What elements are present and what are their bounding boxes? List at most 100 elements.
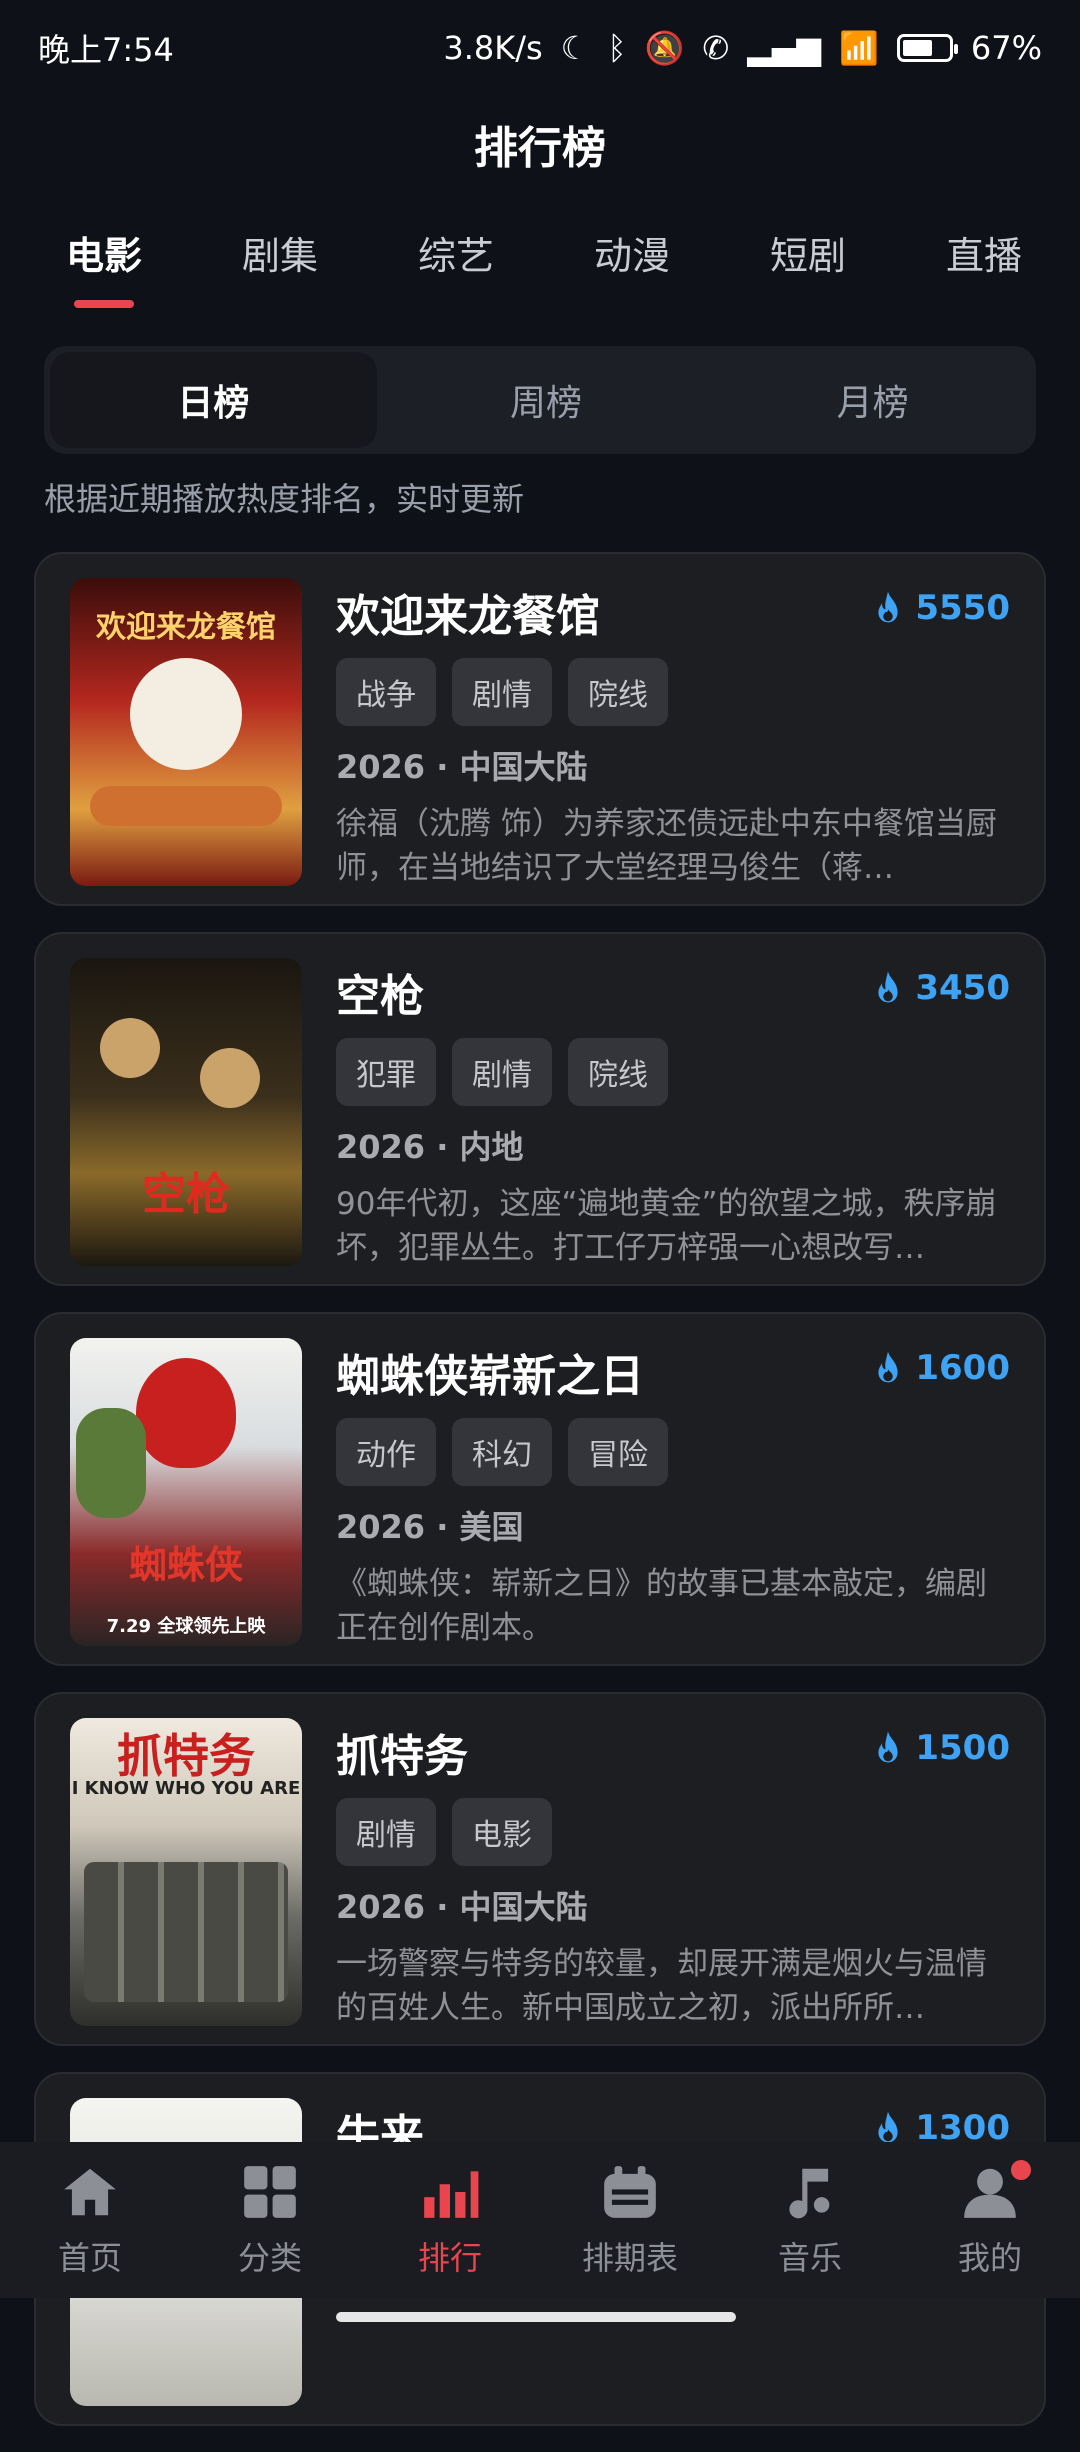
home-indicator[interactable]: [336, 2312, 736, 2322]
genre-tags: 剧情 电影: [336, 1798, 552, 1866]
movie-description: 《蜘蛛侠：崭新之日》的故事已基本敲定，编剧正在创作剧本。: [336, 1566, 987, 1646]
poster-decoration: [90, 786, 282, 826]
genre-tag: 科幻: [452, 1418, 552, 1486]
poster-figure: [76, 1408, 146, 1518]
flame-icon: [878, 971, 898, 1003]
genre-tags: 战争 剧情 院线: [336, 658, 668, 726]
movie-card[interactable]: 蜘蛛侠 7.29 全球领先上映 蜘蛛侠崭新之日 1600 动作 科幻 冒险 20…: [34, 1312, 1046, 1666]
genre-tag: 剧情: [452, 1038, 552, 1106]
nav-category[interactable]: 分类: [190, 2161, 350, 2279]
movie-poster: 蜘蛛侠 7.29 全球领先上映: [70, 1338, 302, 1646]
tab-series[interactable]: 剧集: [220, 225, 340, 308]
poster-figure: [200, 1048, 260, 1108]
poster-figure: [130, 658, 242, 770]
heat-score: 1600: [873, 1348, 1010, 1388]
movie-meta: 2026 · 中国大陆: [336, 1888, 588, 1926]
battery-icon: [896, 34, 958, 62]
movie-description: 90年代初，这座“遍地黄金”的欲望之城，秩序崩坏，犯罪丛生。打工仔万梓强一心想改…: [336, 1186, 997, 1266]
heat-value: 1500: [915, 1728, 1010, 1768]
grid-icon: [244, 2166, 296, 2218]
movie-description: 一场警察与特务的较量，却展开满是烟火与温情的百姓人生。新中国成立之初，派出所所…: [336, 1946, 987, 2026]
poster-figures: [84, 1862, 288, 2002]
tab-movie[interactable]: 电影: [44, 225, 164, 308]
movie-poster: 欢迎来龙餐馆: [70, 578, 302, 886]
segment-monthly[interactable]: 月榜: [709, 346, 1036, 454]
genre-tag: 院线: [568, 658, 668, 726]
heat-value: 1600: [915, 1348, 1010, 1388]
poster-title: 欢迎来龙餐馆: [96, 610, 276, 645]
tab-variety[interactable]: 综艺: [396, 225, 516, 308]
status-icons: 3.8K/s ☾ ᛒ 🔕 ✆ ▂▄▆ 📶 67%: [443, 29, 1042, 67]
genre-tags: 犯罪 剧情 院线: [336, 1038, 668, 1106]
poster-figure: [100, 1018, 160, 1078]
movie-meta: 2026 · 美国: [336, 1508, 524, 1546]
genre-tag: 犯罪: [336, 1038, 436, 1106]
call-icon: ✆: [702, 29, 730, 67]
nav-profile[interactable]: 我的: [910, 2157, 1070, 2279]
wifi-icon: 📶: [839, 29, 879, 67]
poster-title: 蜘蛛侠: [128, 1543, 243, 1587]
genre-tag: 院线: [568, 1038, 668, 1106]
movie-title: 欢迎来龙餐馆: [336, 591, 600, 642]
ranking-hint: 根据近期播放热度排名，实时更新: [44, 480, 525, 518]
bell-off-icon: 🔕: [644, 29, 685, 67]
battery-percent: 67%: [970, 29, 1042, 67]
bar-chart-icon: [424, 2171, 479, 2218]
page-title: 排行榜: [474, 123, 606, 174]
segment-daily[interactable]: 日榜: [50, 352, 377, 448]
genre-tag: 冒险: [568, 1418, 668, 1486]
ranking-period-selector: 日榜 周榜 月榜: [44, 346, 1036, 454]
notification-dot: [1008, 2157, 1034, 2183]
heat-score: 1500: [873, 1728, 1010, 1768]
movie-poster: 抓特务 I KNOW WHO YOU ARE: [70, 1718, 302, 2026]
moon-icon: ☾: [560, 29, 590, 67]
genre-tag: 动作: [336, 1418, 436, 1486]
heat-score: 5550: [873, 588, 1010, 628]
nav-home[interactable]: 首页: [10, 2161, 170, 2279]
network-speed: 3.8K/s: [443, 29, 543, 67]
music-note-icon: [789, 2168, 830, 2219]
nav-label: 分类: [237, 2239, 302, 2277]
movie-meta: 2026 · 中国大陆: [336, 748, 588, 786]
genre-tags: 动作 科幻 冒险: [336, 1418, 668, 1486]
tab-short-drama[interactable]: 短剧: [748, 225, 868, 308]
nav-label: 首页: [57, 2239, 122, 2277]
flame-icon: [878, 2111, 898, 2143]
movie-card[interactable]: 抓特务 I KNOW WHO YOU ARE 抓特务 1500 剧情 电影 20…: [34, 1692, 1046, 2046]
nav-ranking[interactable]: 排行: [370, 2161, 530, 2279]
movie-poster: 空枪: [70, 958, 302, 1266]
signal-icon: ▂▄▆: [747, 29, 822, 67]
nav-label: 排行: [417, 2239, 482, 2277]
heat-score: 3450: [873, 968, 1010, 1008]
movie-meta: 2026 · 内地: [336, 1128, 524, 1166]
movie-title: 空枪: [336, 971, 424, 1022]
heat-value: 5550: [915, 588, 1010, 628]
movie-card[interactable]: 空枪 空枪 3450 犯罪 剧情 院线 2026 · 内地 90年代初，这座“遍…: [34, 932, 1046, 1286]
segment-weekly[interactable]: 周榜: [383, 346, 710, 454]
poster-release: 7.29 全球领先上映: [106, 1616, 266, 1637]
category-tabs: 电影 剧集 综艺 动漫 短剧 直播: [44, 225, 1044, 308]
movie-card[interactable]: 欢迎来龙餐馆 欢迎来龙餐馆 5550 战争 剧情 院线 2026 · 中国大陆 …: [34, 552, 1046, 906]
genre-tag: 战争: [336, 658, 436, 726]
nav-label: 排期表: [581, 2239, 678, 2277]
genre-tag: 电影: [452, 1798, 552, 1866]
tab-anime[interactable]: 动漫: [572, 225, 692, 308]
status-bar: 晚上7:54 3.8K/s ☾ ᛒ 🔕 ✆ ▂▄▆ 📶 67%: [0, 0, 1080, 96]
flame-icon: [878, 591, 898, 623]
home-icon: [64, 2168, 116, 2216]
nav-schedule[interactable]: 排期表: [550, 2161, 710, 2279]
poster-title: 抓特务: [117, 1729, 255, 1783]
genre-tag: 剧情: [336, 1798, 436, 1866]
poster-figure: [136, 1358, 236, 1468]
genre-tag: 剧情: [452, 658, 552, 726]
nav-music[interactable]: 音乐: [730, 2161, 890, 2279]
nav-label: 音乐: [777, 2239, 842, 2277]
nav-label: 我的: [957, 2239, 1022, 2277]
movie-description: 徐福（沈腾 饰）为养家还债远赴中东中餐馆当厨师，在当地结识了大堂经理马俊生（蒋…: [336, 806, 997, 886]
poster-title: 空枪: [142, 1169, 230, 1220]
tab-live[interactable]: 直播: [924, 225, 1044, 308]
poster-subtitle: I KNOW WHO YOU ARE: [71, 1778, 301, 1799]
heat-value: 3450: [915, 968, 1010, 1008]
bottom-navigation: 首页 分类 排行 排期表 音乐 我的: [0, 2142, 1080, 2298]
bluetooth-icon: ᛒ: [607, 29, 627, 67]
